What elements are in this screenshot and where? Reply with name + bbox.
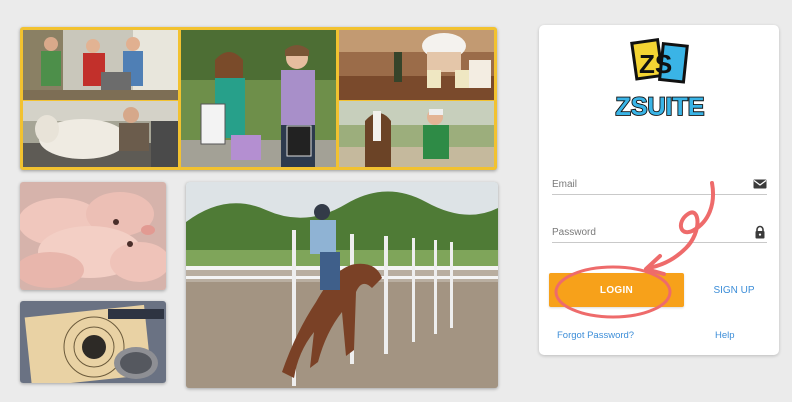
logo-wordmark: ZSUITE — [616, 93, 705, 121]
photo-horse-and-boy — [339, 101, 494, 167]
logo-monogram: ZS — [639, 49, 672, 79]
login-card: ZS ZSUITE Email Password LOGIN SIGN UP F… — [539, 25, 779, 355]
zsuite-logo: ZS ZSUITE — [605, 35, 715, 131]
photo-piglets — [20, 182, 166, 290]
lock-icon — [753, 225, 767, 239]
photo-barrel-racing — [186, 182, 498, 388]
email-label: Email — [552, 179, 578, 190]
password-field[interactable]: Password — [552, 221, 767, 243]
forgot-password-link[interactable]: Forgot Password? — [557, 330, 634, 341]
signup-link[interactable]: SIGN UP — [699, 273, 769, 307]
photo-sheep-grooming — [23, 101, 178, 167]
email-field[interactable]: Email — [552, 173, 767, 195]
envelope-icon — [753, 177, 767, 191]
help-link[interactable]: Help — [715, 330, 735, 341]
photo-target-shooting — [20, 301, 166, 383]
login-button[interactable]: LOGIN — [549, 273, 684, 307]
photo-collage — [20, 27, 497, 170]
photo-baking-contest — [339, 30, 494, 100]
photo-kids-with-robot — [23, 30, 178, 100]
photo-students-with-awards — [181, 30, 336, 167]
password-label: Password — [552, 227, 596, 238]
